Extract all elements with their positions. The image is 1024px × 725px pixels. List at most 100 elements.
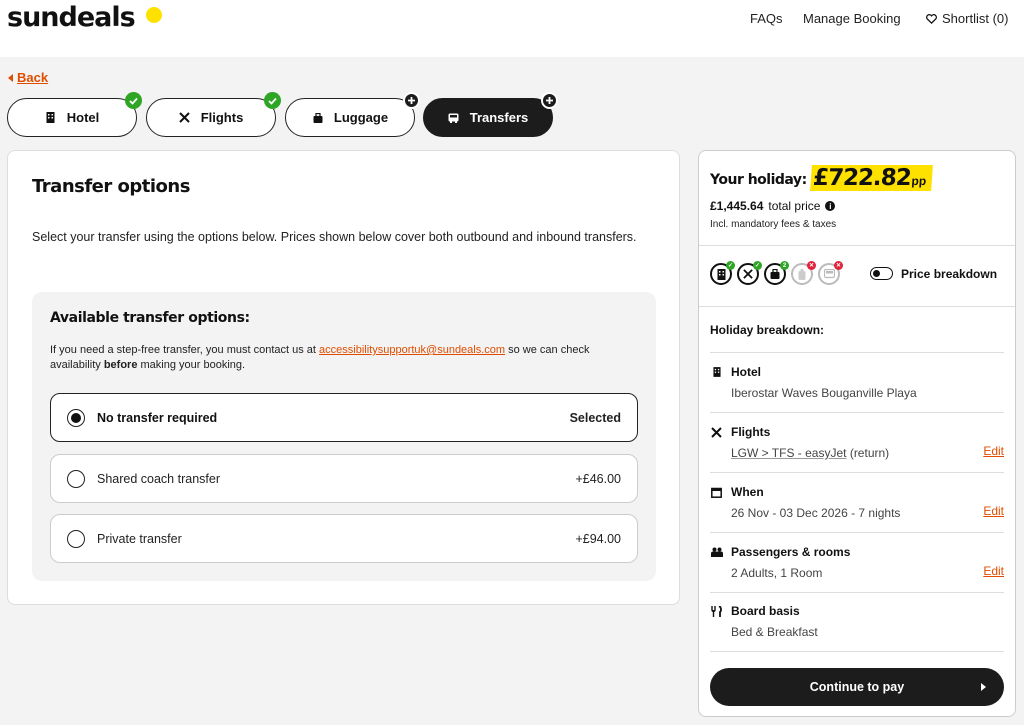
divider <box>710 532 1004 533</box>
breakdown-board-basis: Board basis Bed & Breakfast <box>710 604 1004 639</box>
step-label: Flights <box>200 110 244 125</box>
edit-passengers-link[interactable]: Edit <box>983 564 1004 578</box>
radio-dot <box>71 412 81 423</box>
breakdown-heading: When <box>731 485 764 499</box>
transfer-options-card: Transfer options Select your transfer us… <box>7 150 680 605</box>
radio-unselected[interactable] <box>67 529 85 548</box>
cross-icon: ✕ <box>807 261 816 270</box>
nav-shortlist[interactable]: Shortlist (0) <box>926 11 1008 26</box>
luggage-count-badge: 2 <box>780 261 789 270</box>
check-icon <box>264 92 281 109</box>
divider <box>710 651 1004 652</box>
brand-logo[interactable]: sundeals <box>7 2 136 33</box>
people-icon <box>710 546 723 559</box>
toggle-knob <box>873 269 880 277</box>
total-label: total price <box>768 199 821 213</box>
step-luggage[interactable]: Luggage <box>285 92 420 137</box>
holiday-summary-card: Your holiday: £722.82 pp £1,445.64 total… <box>698 150 1016 717</box>
transfer-options-box: Available transfer options: If you need … <box>32 292 656 581</box>
divider <box>710 412 1004 413</box>
option-private-transfer[interactable]: Private transfer +£94.00 <box>50 514 638 563</box>
bus-icon: ✕ <box>818 261 843 285</box>
price-breakdown-toggle[interactable] <box>870 267 893 280</box>
note-text: making your booking. <box>137 359 246 371</box>
breakdown-when: When 26 Nov - 03 Dec 2026 - 7 nights Edi… <box>710 485 1004 520</box>
back-label: Back <box>17 70 49 85</box>
transfer-description: Select your transfer using the options b… <box>32 230 637 244</box>
flight-route-suffix: (return) <box>846 446 890 460</box>
flight-route: LGW > TFS - easyJet (return) <box>731 446 1004 460</box>
price-highlight: £722.82 pp <box>809 165 934 191</box>
luggage-icon <box>312 112 324 124</box>
breakdown-title: Holiday breakdown: <box>710 323 825 337</box>
bus-icon <box>448 112 460 124</box>
edit-flights-link[interactable]: Edit <box>983 444 1004 458</box>
price-per-person: £722.82 <box>811 165 912 191</box>
divider <box>710 592 1004 593</box>
page-title: Transfer options <box>32 176 190 197</box>
divider <box>710 472 1004 473</box>
continue-to-pay-button[interactable]: Continue to pay <box>710 668 1004 706</box>
incl-fees-note: Incl. mandatory fees & taxes <box>710 219 837 230</box>
step-label: Hotel <box>66 110 100 125</box>
luggage-icon: 2 <box>764 261 789 285</box>
option-shared-coach[interactable]: Shared coach transfer +£46.00 <box>50 454 638 503</box>
note-bold: before <box>103 359 138 371</box>
divider <box>710 352 1004 353</box>
plus-icon <box>403 92 420 109</box>
heart-icon <box>926 13 937 24</box>
option-price: +£46.00 <box>575 471 621 486</box>
accessibility-email-link[interactable]: accessibilitysupportuk@sundeals.com <box>319 344 505 356</box>
cutlery-icon <box>710 605 723 618</box>
caret-left-icon <box>8 73 13 82</box>
travel-dates: 26 Nov - 03 Dec 2026 - 7 nights <box>731 506 901 520</box>
option-status: Selected <box>569 410 621 425</box>
back-link[interactable]: Back <box>8 70 48 85</box>
building-icon: ✓ <box>710 261 735 285</box>
cross-icon: ✕ <box>834 261 843 270</box>
option-label: No transfer required <box>97 410 218 425</box>
step-flights[interactable]: Flights <box>146 92 281 137</box>
step-hotel[interactable]: Hotel <box>7 92 142 137</box>
info-icon[interactable]: i <box>825 201 836 211</box>
hotel-name: Iberostar Waves Bouganville Playa <box>731 386 917 400</box>
breakdown-heading: Passengers & rooms <box>731 545 851 559</box>
plus-icon <box>541 92 558 109</box>
options-title: Available transfer options: <box>50 310 250 326</box>
check-icon: ✓ <box>726 261 735 270</box>
breakdown-hotel: Hotel Iberostar Waves Bouganville Playa <box>710 365 1004 400</box>
total-price-line: £1,445.64 total price i <box>710 199 836 213</box>
nav-faqs[interactable]: FAQs <box>750 11 783 26</box>
site-header: sundeals FAQs Manage Booking Shortlist (… <box>0 0 1024 57</box>
passengers-rooms: 2 Adults, 1 Room <box>731 566 823 580</box>
plane-icon <box>179 112 191 124</box>
breakdown-flights: Flights LGW > TFS - easyJet (return) Edi… <box>710 425 1004 460</box>
caret-right-icon <box>981 683 986 691</box>
step-transfers[interactable]: Transfers <box>423 92 558 137</box>
breakdown-passengers: Passengers & rooms 2 Adults, 1 Room Edit <box>710 545 1004 580</box>
radio-unselected[interactable] <box>67 469 85 488</box>
note-text: If you need a step-free transfer, you mu… <box>50 344 320 356</box>
flight-route-link[interactable]: LGW > TFS - easyJet <box>731 446 846 460</box>
board-basis-value: Bed & Breakfast <box>731 625 818 639</box>
total-amount: £1,445.64 <box>710 199 764 213</box>
breakdown-heading: Board basis <box>731 604 800 618</box>
edit-dates-link[interactable]: Edit <box>983 504 1004 518</box>
building-icon <box>45 112 57 124</box>
nav-manage-booking[interactable]: Manage Booking <box>803 11 901 26</box>
option-no-transfer[interactable]: No transfer required Selected <box>50 393 638 442</box>
price-breakdown-label[interactable]: Price breakdown <box>901 267 997 281</box>
pp-suffix: pp <box>910 174 927 188</box>
step-label: Transfers <box>469 110 529 125</box>
plane-icon: ✓ <box>737 261 762 285</box>
radio-selected[interactable] <box>67 408 85 427</box>
holiday-label: Your holiday: <box>710 172 807 188</box>
cta-label: Continue to pay <box>809 680 905 694</box>
option-price: +£94.00 <box>575 531 621 546</box>
option-label: Shared coach transfer <box>97 471 220 486</box>
option-label: Private transfer <box>97 531 182 546</box>
calendar-icon <box>710 486 723 499</box>
check-icon: ✓ <box>753 261 762 270</box>
accessibility-note: If you need a step-free transfer, you mu… <box>50 343 640 373</box>
price-summary: Your holiday: £722.82 pp £1,445.64 total… <box>699 151 1015 246</box>
